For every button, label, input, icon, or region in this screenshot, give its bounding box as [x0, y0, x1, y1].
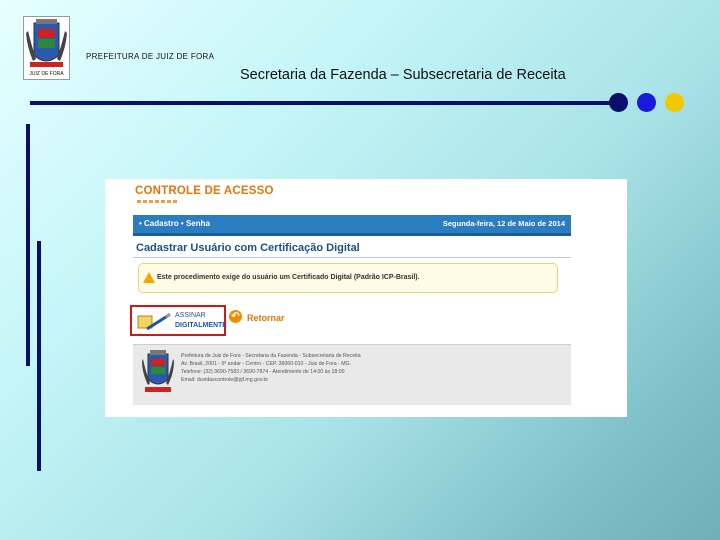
footer-contact: Prefeitura de Juiz de Fora - Secretaria … [181, 352, 361, 384]
footer-email-link[interactable]: Email: duvidascontrole@pjf.mg.gov.br [181, 376, 361, 384]
section-title: Cadastrar Usuário com Certificação Digit… [136, 242, 360, 254]
decor-dot-yellow [665, 93, 684, 112]
nav-date: Segunda-feira, 12 de Maio de 2014 [442, 219, 565, 228]
org-name: PREFEITURA DE JUIZ DE FORA [86, 52, 215, 61]
back-link[interactable]: Retornar [247, 313, 285, 323]
nav-bar: • Cadastro • Senha Segunda-feira, 12 de … [133, 215, 571, 236]
city-crest-logo: JUIZ DE FORA [23, 16, 70, 80]
warning-icon [143, 272, 155, 283]
slide-subtitle: Secretaria da Fazenda – Subsecretaria de… [240, 67, 566, 83]
footer-line-1: Prefeitura de Juiz de Fora - Secretaria … [181, 353, 361, 359]
warning-notice: Este procedimento exige do usuário um Ce… [138, 263, 558, 293]
decor-dot-blue [637, 93, 656, 112]
app-brand: CONTROLE DE ACESSO [135, 185, 274, 197]
embedded-screenshot: CONTROLE DE ACESSO • Cadastro • Senha Se… [105, 179, 627, 417]
certificate-pen-icon [137, 312, 171, 331]
notice-text: Este procedimento exige do usuário um Ce… [157, 274, 420, 281]
sign-button-line1: ASSINAR [175, 312, 206, 319]
footer-crest-logo [141, 349, 175, 399]
left-rule-2 [37, 241, 41, 471]
footer-line-3: Telefone: (32) 3690-7583 / 3690-7874 - A… [181, 369, 345, 375]
sign-button-line2: DIGITALMENTE [175, 322, 227, 329]
decor-dot-navy [609, 93, 628, 112]
brand-decoration [137, 200, 197, 209]
app-footer: Prefeitura de Juiz de Fora - Secretaria … [133, 344, 571, 405]
nav-links[interactable]: • Cadastro • Senha [139, 219, 210, 228]
undo-arrow-icon[interactable]: ↶ [229, 310, 242, 323]
header-rule [30, 101, 617, 105]
title-divider [133, 257, 571, 258]
sign-digitally-button[interactable]: ASSINAR DIGITALMENTE [130, 305, 227, 336]
left-rule-1 [26, 124, 30, 366]
crest-text: JUIZ DE FORA [29, 71, 64, 77]
footer-line-2: Av. Brasil, 2001 - 5º andar - Centro - C… [181, 361, 351, 367]
